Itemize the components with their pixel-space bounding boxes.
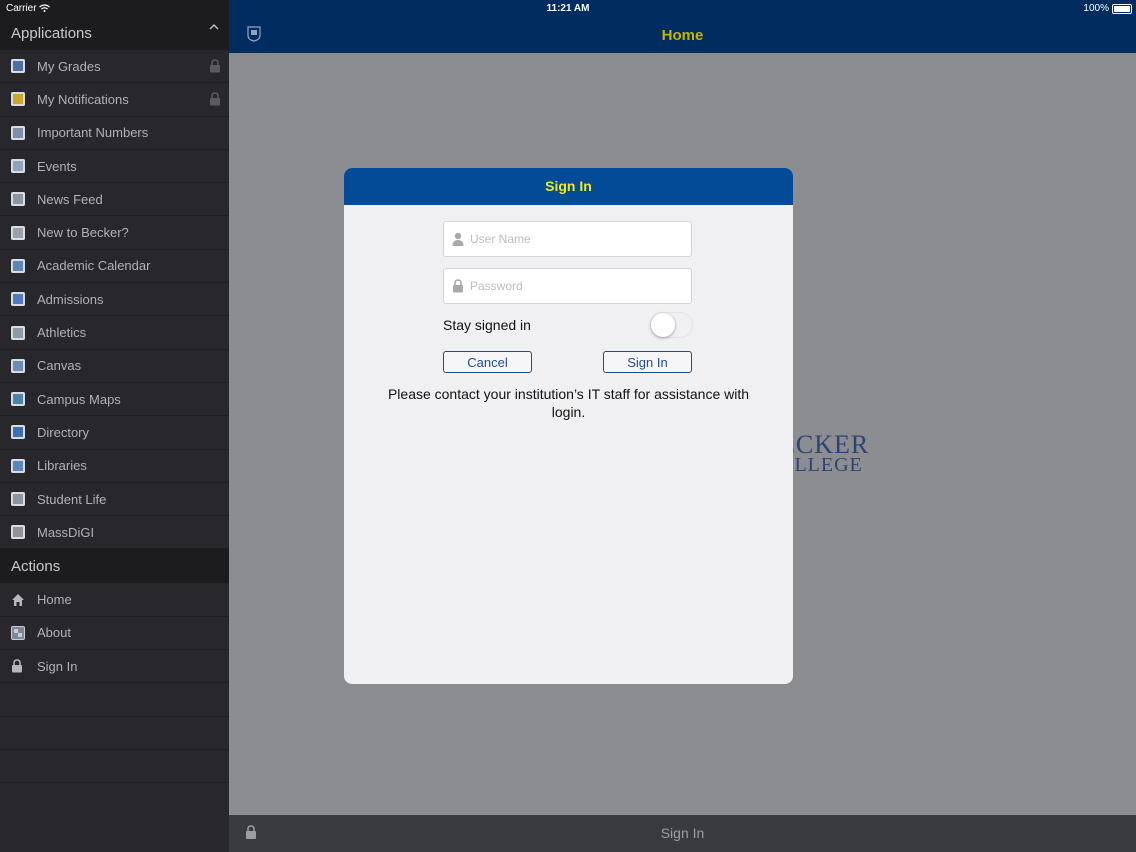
lock-icon: [11, 659, 25, 673]
dialog-title: Sign In: [344, 168, 793, 205]
sidebar-item-label: MassDiGI: [37, 524, 95, 540]
sidebar-item-label: New to Becker?: [37, 225, 129, 241]
sidebar-item-canvas[interactable]: Canvas: [0, 350, 229, 383]
sidebar-item-label: Student Life: [37, 491, 107, 507]
battery-indicator: 100%: [1083, 3, 1132, 14]
admissions-icon: [11, 292, 25, 307]
sidebar-item-student-life[interactable]: Student Life: [0, 483, 229, 517]
applications-list: My Grades My Notifications Important Numbe…: [0, 50, 229, 550]
sidebar-item-label: Libraries: [37, 458, 87, 474]
sidebar-item-news[interactable]: News Feed: [0, 183, 229, 217]
about-icon: [11, 625, 25, 640]
sidebar-item-directory[interactable]: Directory: [0, 416, 229, 450]
libraries-icon: [11, 458, 25, 473]
sidebar-item-label: Admissions: [37, 291, 104, 307]
numbers-icon: [11, 125, 25, 140]
sidebar-item-label: Home: [37, 592, 72, 608]
applications-header-label: Applications: [11, 24, 92, 42]
sidebar-item-label: My Grades: [37, 58, 101, 74]
sidebar-item-admissions[interactable]: Admissions: [0, 283, 229, 317]
sidebar-action-about[interactable]: About: [0, 617, 229, 651]
help-text: Please contact your institution’s IT sta…: [387, 386, 750, 420]
user-icon: [452, 232, 464, 246]
sidebar-item-calendar[interactable]: Academic Calendar: [0, 250, 229, 284]
battery-percent: 100%: [1083, 3, 1109, 14]
password-field[interactable]: [443, 268, 692, 304]
sidebar-item-new-to-becker[interactable]: New to Becker?: [0, 216, 229, 250]
signin-button[interactable]: Sign In: [603, 351, 692, 373]
chevron-up-icon[interactable]: [209, 22, 219, 32]
empty-row: [0, 683, 229, 717]
sidebar-item-grades[interactable]: My Grades: [0, 50, 229, 84]
sidebar-item-label: About: [37, 625, 71, 641]
actions-header: Actions: [0, 549, 229, 584]
actions-list: Home About Sign In: [0, 583, 229, 684]
maps-icon: [11, 392, 25, 407]
new-to-becker-icon: [11, 225, 25, 240]
stay-signed-in-label: Stay signed in: [443, 317, 531, 333]
password-input[interactable]: [470, 269, 685, 303]
sidebar-item-label: Important Numbers: [37, 125, 149, 141]
sidebar-item-maps[interactable]: Campus Maps: [0, 383, 229, 417]
events-icon: [11, 159, 25, 174]
toggle-knob: [651, 313, 675, 337]
sidebar-item-label: Canvas: [37, 358, 82, 374]
sidebar-item-label: News Feed: [37, 191, 103, 207]
bottom-signin-button[interactable]: Sign In: [229, 825, 1136, 841]
sidebar-item-label: Campus Maps: [37, 391, 121, 407]
page-title: Home: [661, 27, 704, 44]
massdigi-icon: [11, 525, 25, 540]
home-icon: [11, 593, 25, 607]
status-bar: Carrier 11:21 AM 100%: [0, 0, 1136, 18]
news-icon: [11, 192, 25, 207]
grades-icon: [11, 59, 25, 74]
sidebar: Applications My Grades My Notifications Im…: [0, 0, 229, 852]
username-field[interactable]: [443, 221, 692, 257]
lock-icon: [209, 59, 221, 73]
notifications-icon: [11, 92, 25, 107]
athletics-icon: [11, 325, 25, 340]
sidebar-item-label: My Notifications: [37, 91, 129, 107]
bottom-toolbar: Sign In: [229, 815, 1136, 852]
sidebar-item-label: Athletics: [37, 325, 87, 341]
signin-dialog: Sign In Stay signed in Cancel Sign In Pl…: [344, 168, 793, 684]
empty-row: [0, 750, 229, 784]
sidebar-item-label: Academic Calendar: [37, 258, 151, 274]
directory-icon: [11, 425, 25, 440]
clock: 11:21 AM: [546, 3, 590, 14]
sidebar-item-label: Directory: [37, 424, 90, 440]
sidebar-action-sign-in[interactable]: Sign In: [0, 650, 229, 684]
sidebar-item-notifications[interactable]: My Notifications: [0, 83, 229, 117]
padlock-icon: [453, 279, 463, 293]
sidebar-action-home[interactable]: Home: [0, 583, 229, 617]
canvas-icon: [11, 358, 25, 373]
stay-signed-in-toggle[interactable]: [650, 312, 693, 338]
empty-row: [0, 717, 229, 750]
sidebar-item-libraries[interactable]: Libraries: [0, 450, 229, 483]
actions-header-label: Actions: [11, 557, 61, 575]
sidebar-item-label: Events: [37, 158, 77, 174]
sidebar-item-events[interactable]: Events: [0, 150, 229, 184]
sidebar-item-athletics[interactable]: Athletics: [0, 316, 229, 350]
cancel-button[interactable]: Cancel: [443, 351, 532, 373]
sidebar-item-label: Sign In: [37, 658, 78, 674]
username-input[interactable]: [470, 222, 685, 256]
student-life-icon: [11, 492, 25, 506]
calendar-icon: [11, 258, 25, 273]
lock-icon: [209, 92, 221, 106]
sidebar-item-numbers[interactable]: Important Numbers: [0, 117, 229, 150]
battery-icon: [1112, 3, 1132, 14]
sidebar-item-massdigi[interactable]: MassDiGI: [0, 516, 229, 550]
